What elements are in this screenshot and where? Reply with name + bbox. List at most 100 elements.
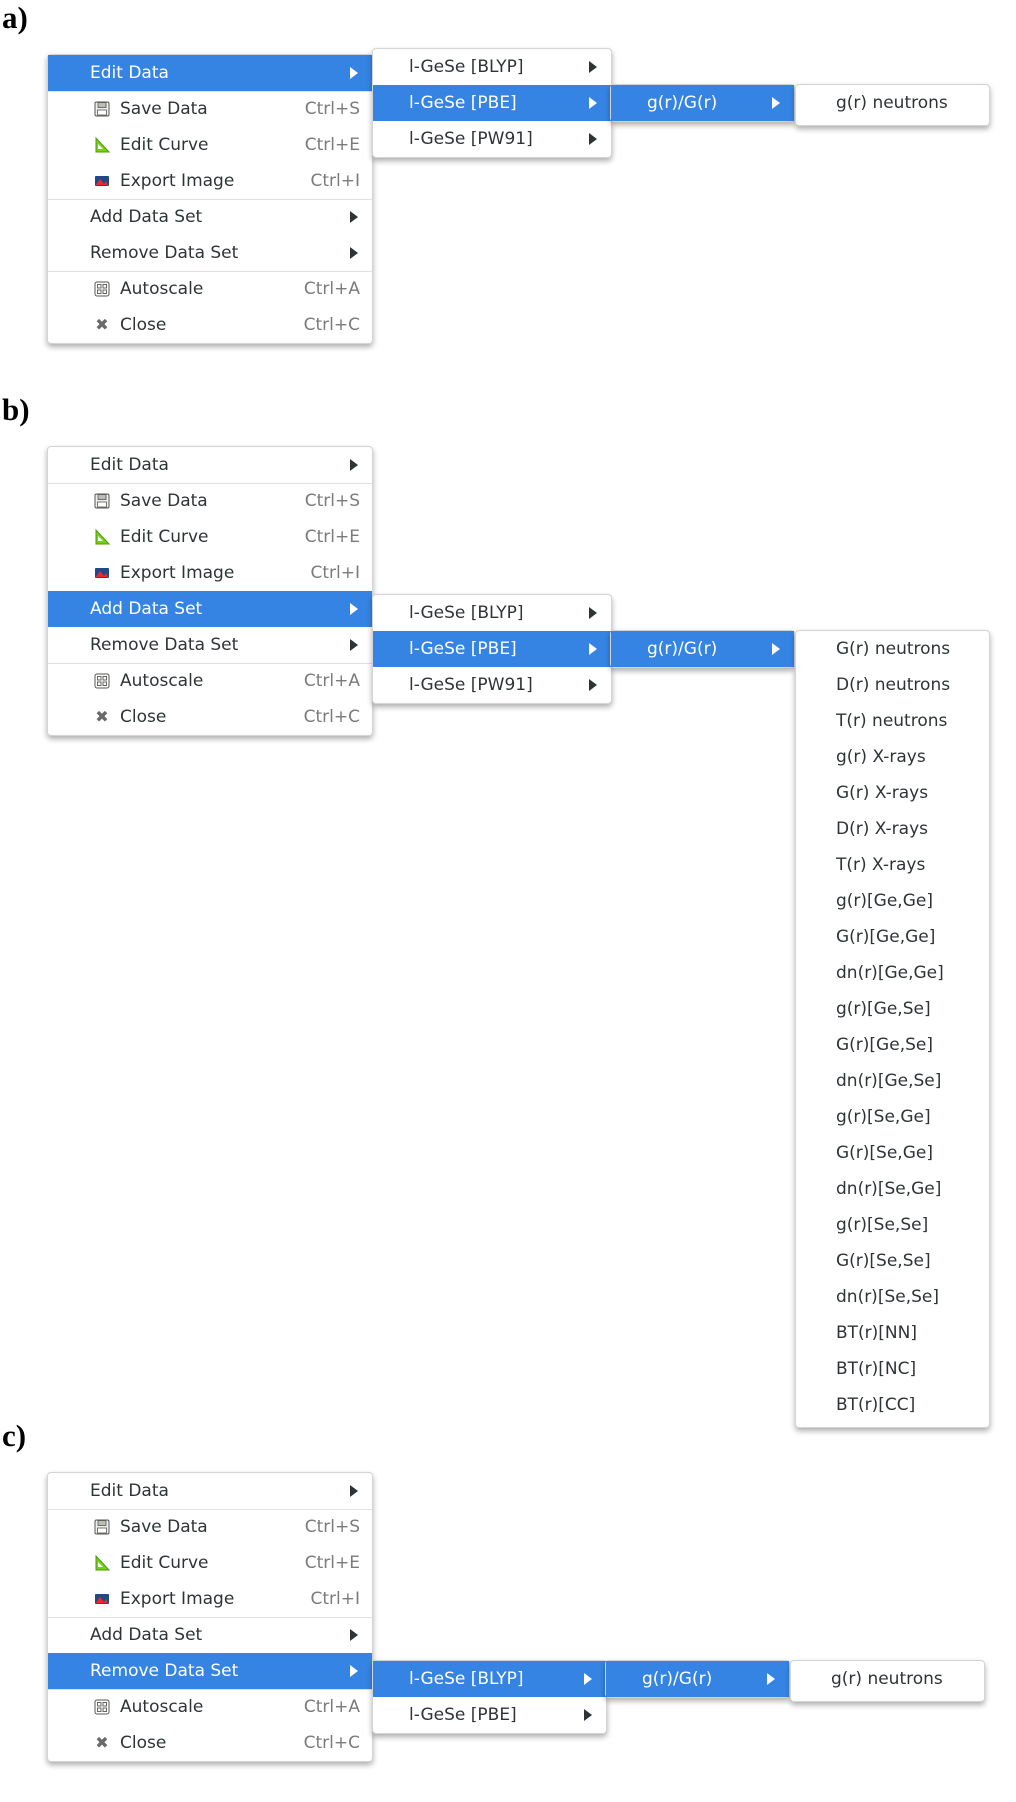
dataset-label: l-GeSe [BLYP] — [409, 1669, 524, 1689]
shortcut-label: Ctrl+C — [303, 707, 360, 727]
submenu-arrow-icon — [589, 61, 597, 73]
leaf-item-bt-r-nc[interactable]: BT(r)[NC] — [796, 1351, 989, 1387]
shortcut-label: Ctrl+S — [304, 1517, 360, 1537]
leaf-label: BT(r)[NN] — [836, 1323, 917, 1343]
dataset-submenu: l-GeSe [BLYP] l-GeSe [PBE] l-GeSe [PW91] — [372, 594, 612, 704]
submenu-arrow-icon — [350, 459, 358, 471]
menu-item-autoscale[interactable]: Autoscale Ctrl+A — [48, 1689, 372, 1725]
dataset-item-l-gese-pbe[interactable]: l-GeSe [PBE] — [373, 631, 611, 667]
leaf-item-g-r-se-ge[interactable]: G(r)[Se,Ge] — [796, 1135, 989, 1171]
dataset-item-l-gese-blyp[interactable]: l-GeSe [BLYP] — [373, 1661, 606, 1697]
menu-item-label: Save Data — [120, 491, 208, 511]
shortcut-label: Ctrl+I — [310, 171, 360, 191]
leaf-item-g-r-x-rays[interactable]: g(r) X-rays — [796, 739, 989, 775]
leaf-item-g-r-ge-ge[interactable]: g(r)[Ge,Ge] — [796, 883, 989, 919]
leaf-label: g(r) neutrons — [836, 93, 948, 113]
leaf-item-g-r-se-se[interactable]: g(r)[Se,Se] — [796, 1207, 989, 1243]
menu-item-label: Edit Data — [90, 455, 169, 475]
leaf-item-dn-r-ge-ge[interactable]: dn(r)[Ge,Ge] — [796, 955, 989, 991]
leaf-item-t-r-x-rays[interactable]: T(r) X-rays — [796, 847, 989, 883]
submenu-arrow-icon — [589, 679, 597, 691]
shortcut-label: Ctrl+A — [303, 671, 360, 691]
leaf-item-g-r-se-se[interactable]: G(r)[Se,Se] — [796, 1243, 989, 1279]
dataset-item-l-gese-blyp[interactable]: l-GeSe [BLYP] — [373, 595, 611, 631]
leaf-item-dn-r-se-se[interactable]: dn(r)[Se,Se] — [796, 1279, 989, 1315]
leaf-item-bt-r-nn[interactable]: BT(r)[NN] — [796, 1315, 989, 1351]
leaf-label: g(r) neutrons — [831, 1669, 943, 1689]
shortcut-label: Ctrl+S — [304, 99, 360, 119]
function-item-g-r-g-r[interactable]: g(r)/G(r) — [606, 1661, 789, 1697]
submenu-arrow-icon — [350, 603, 358, 615]
context-menu: Edit Data Save Data Ctrl+S Edit Curve Ctrl+E… — [47, 54, 373, 344]
menu-item-close[interactable]: Close ✖ Ctrl+C — [48, 307, 372, 343]
menu-item-label: Add Data Set — [90, 207, 203, 227]
leaf-label: T(r) neutrons — [836, 711, 948, 731]
edit-curve-icon — [94, 1555, 110, 1571]
leaf-item-d-r-x-rays[interactable]: D(r) X-rays — [796, 811, 989, 847]
menu-item-edit-curve[interactable]: Edit Curve Ctrl+E — [48, 519, 372, 555]
leaf-item-g-r-neutrons[interactable]: g(r) neutrons — [791, 1661, 984, 1697]
function-item-g-r-g-r[interactable]: g(r)/G(r) — [611, 85, 794, 121]
menu-item-remove-data-set[interactable]: Remove Data Set — [48, 627, 372, 663]
shortcut-label: Ctrl+S — [304, 491, 360, 511]
leaf-item-t-r-neutrons[interactable]: T(r) neutrons — [796, 703, 989, 739]
leaf-label: D(r) neutrons — [836, 675, 951, 695]
menu-item-remove-data-set[interactable]: Remove Data Set — [48, 235, 372, 271]
leaf-label: dn(r)[Ge,Ge] — [836, 963, 944, 983]
leaf-item-g-r-neutrons[interactable]: G(r) neutrons — [796, 631, 989, 667]
menu-item-add-data-set[interactable]: Add Data Set — [48, 591, 372, 627]
submenu-arrow-icon — [772, 643, 780, 655]
menu-item-export-image[interactable]: Export Image Ctrl+I — [48, 1581, 372, 1617]
menu-item-add-data-set[interactable]: Add Data Set — [48, 1617, 372, 1653]
menu-item-add-data-set[interactable]: Add Data Set — [48, 199, 372, 235]
menu-item-autoscale[interactable]: Autoscale Ctrl+A — [48, 271, 372, 307]
dataset-label: l-GeSe [PBE] — [409, 639, 517, 659]
menu-item-label: Edit Curve — [120, 527, 209, 547]
leaf-label: G(r)[Ge,Se] — [836, 1035, 933, 1055]
menu-item-export-image[interactable]: Export Image Ctrl+I — [48, 555, 372, 591]
submenu-arrow-icon — [772, 97, 780, 109]
menu-item-label: Autoscale — [120, 279, 204, 299]
dataset-label: l-GeSe [BLYP] — [409, 603, 524, 623]
menu-item-label: Export Image — [120, 563, 235, 583]
leaf-item-dn-r-se-ge[interactable]: dn(r)[Se,Ge] — [796, 1171, 989, 1207]
menu-item-edit-curve[interactable]: Edit Curve Ctrl+E — [48, 1545, 372, 1581]
menu-item-export-image[interactable]: Export Image Ctrl+I — [48, 163, 372, 199]
context-menu: Edit Data Save Data Ctrl+S Edit Curve Ctrl+E… — [47, 1472, 373, 1762]
leaf-item-g-r-ge-se[interactable]: g(r)[Ge,Se] — [796, 991, 989, 1027]
dataset-item-l-gese-pw91[interactable]: l-GeSe [PW91] — [373, 667, 611, 703]
menu-item-label: Edit Curve — [120, 135, 209, 155]
autoscale-icon — [94, 673, 110, 689]
submenu-arrow-icon — [767, 1673, 775, 1685]
leaf-item-bt-r-cc[interactable]: BT(r)[CC] — [796, 1387, 989, 1423]
shortcut-label: Ctrl+A — [303, 1697, 360, 1717]
menu-item-edit-data[interactable]: Edit Data — [48, 55, 372, 91]
dataset-item-l-gese-blyp[interactable]: l-GeSe [BLYP] — [373, 49, 611, 85]
leaf-item-dn-r-ge-se[interactable]: dn(r)[Ge,Se] — [796, 1063, 989, 1099]
menu-item-save-data[interactable]: Save Data Ctrl+S — [48, 483, 372, 519]
menu-item-save-data[interactable]: Save Data Ctrl+S — [48, 1509, 372, 1545]
menu-item-label: Close — [120, 315, 167, 335]
menu-item-edit-data[interactable]: Edit Data — [48, 447, 372, 483]
menu-item-edit-data[interactable]: Edit Data — [48, 1473, 372, 1509]
leaf-item-g-r-neutrons[interactable]: g(r) neutrons — [796, 85, 989, 121]
leaf-item-g-r-x-rays[interactable]: G(r) X-rays — [796, 775, 989, 811]
leaf-item-g-r-se-ge[interactable]: g(r)[Se,Ge] — [796, 1099, 989, 1135]
menu-item-close[interactable]: Close ✖ Ctrl+C — [48, 699, 372, 735]
dataset-item-l-gese-pw91[interactable]: l-GeSe [PW91] — [373, 121, 611, 157]
menu-item-save-data[interactable]: Save Data Ctrl+S — [48, 91, 372, 127]
leaf-item-g-r-ge-ge[interactable]: G(r)[Ge,Ge] — [796, 919, 989, 955]
dataset-item-l-gese-pbe[interactable]: l-GeSe [PBE] — [373, 85, 611, 121]
leaf-item-g-r-ge-se[interactable]: G(r)[Ge,Se] — [796, 1027, 989, 1063]
menu-item-close[interactable]: Close ✖ Ctrl+C — [48, 1725, 372, 1761]
menu-item-label: Remove Data Set — [90, 1661, 239, 1681]
submenu-arrow-icon — [589, 607, 597, 619]
function-item-g-r-g-r[interactable]: g(r)/G(r) — [611, 631, 794, 667]
leaf-label: g(r)[Se,Se] — [836, 1215, 929, 1235]
menu-item-edit-curve[interactable]: Edit Curve Ctrl+E — [48, 127, 372, 163]
leaf-item-d-r-neutrons[interactable]: D(r) neutrons — [796, 667, 989, 703]
menu-item-autoscale[interactable]: Autoscale Ctrl+A — [48, 663, 372, 699]
menu-item-remove-data-set[interactable]: Remove Data Set — [48, 1653, 372, 1689]
dataset-item-l-gese-pbe[interactable]: l-GeSe [PBE] — [373, 1697, 606, 1733]
menu-item-label: Close — [120, 1733, 167, 1753]
